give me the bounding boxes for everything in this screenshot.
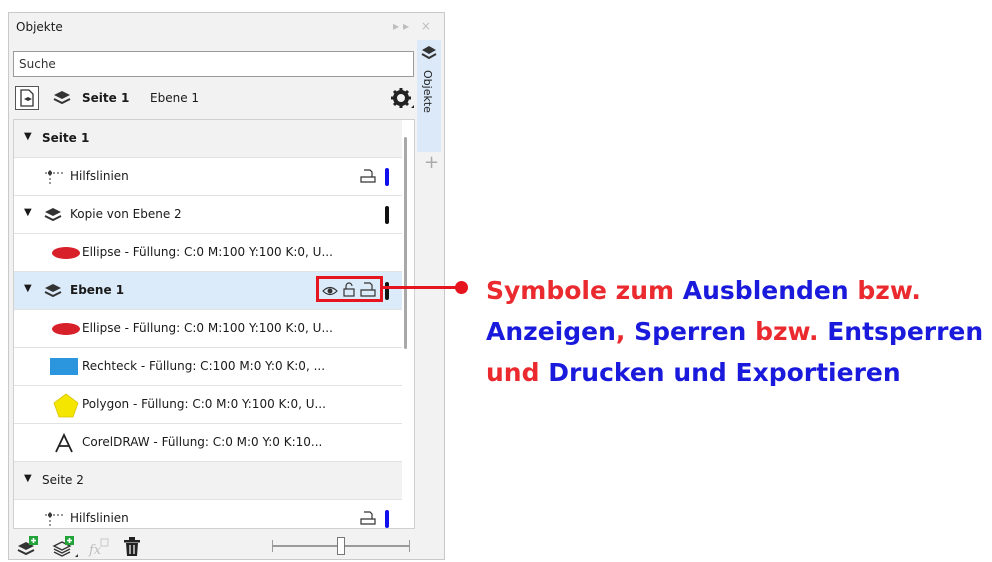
collapse-arrow[interactable]: ▼ [24,283,32,294]
tree-page-seite-2[interactable]: ▼ Seite 2 [14,462,402,500]
tree-object-text[interactable]: CorelDRAW - Füllung: C:0 M:0 Y:0 K:10... [14,424,402,462]
new-master-layer-icon[interactable] [52,536,78,558]
annotation-connector-line [382,286,462,289]
tree-label: Ellipse - Füllung: C:0 M:100 Y:100 K:0, … [82,321,333,335]
layers-icon [44,284,62,298]
scrollbar[interactable] [404,137,407,349]
tree-label: Ellipse - Füllung: C:0 M:100 Y:100 K:0, … [82,245,333,259]
add-docker-button[interactable]: + [424,152,439,173]
tree-object-polygon[interactable]: Polygon - Füllung: C:0 M:0 Y:100 K:0, U.… [14,386,402,424]
annotation-text-part: Ausblenden [682,276,849,305]
panel-controls[interactable]: ▸▸ × [393,19,435,33]
annotation-highlight-box [316,276,383,302]
tree-label: Seite 2 [42,473,84,487]
ellipse-icon [52,247,80,259]
tree-page-seite-1[interactable]: ▼ Seite 1 [14,120,402,158]
layers-icon [53,91,71,105]
tree-object-rectangle[interactable]: Rechteck - Füllung: C:100 M:0 Y:0 K:0, .… [14,348,402,386]
polygon-icon [53,393,79,418]
printer-icon[interactable] [360,169,376,184]
text-icon [55,433,73,453]
guides-icon [45,512,65,526]
annotation-text-part: Sperren [634,317,747,346]
trash-icon[interactable] [123,537,141,557]
layer-color-marker [385,282,389,300]
object-tree: ▼ Seite 1 Hilfslinien ▼ Kopie von Ebene … [13,119,415,529]
layers-icon [44,208,62,222]
tree-layer-kopie-von-ebene-2[interactable]: ▼ Kopie von Ebene 2 [14,196,402,234]
layer-color-marker [385,510,389,528]
annotation-text-part: Drucken und Exportieren [548,358,901,387]
ellipse-icon [52,323,80,335]
gear-icon[interactable] [389,86,415,112]
annotation-text-part: Symbole zum [486,276,683,305]
tree-label: Seite 1 [42,131,90,145]
page-settings-button[interactable] [15,86,39,110]
tree-label: Rechteck - Füllung: C:100 M:0 Y:0 K:0, .… [82,359,326,373]
annotation-text-part: , [615,317,635,346]
rectangle-icon [50,358,78,375]
collapse-arrow[interactable]: ▼ [24,207,32,218]
tree-label: Kopie von Ebene 2 [70,207,182,221]
annotation-text-part: bzw. [746,317,828,346]
panel-title: Objekte [16,20,63,34]
annotation-text-part: Entsperren [827,317,984,346]
tree-object-ellipse[interactable]: Ellipse - Füllung: C:0 M:100 Y:100 K:0, … [14,310,402,348]
search-input[interactable] [13,51,414,77]
new-layer-icon[interactable] [16,536,40,558]
slider-tick [409,540,410,552]
tree-label: Polygon - Füllung: C:0 M:0 Y:100 K:0, U.… [82,397,326,411]
svg-text:fx: fx [88,543,102,558]
tree-label: CorelDRAW - Füllung: C:0 M:0 Y:0 K:10... [82,435,323,449]
tab-objects-label: Objekte [421,70,434,113]
annotation-text-part: Anzeigen [486,317,616,346]
collapse-arrow[interactable]: ▼ [24,473,32,484]
annotation-text-part: bzw. [848,276,921,305]
tree-item-guides[interactable]: Hilfslinien [14,500,402,528]
slider-tick [272,540,273,552]
tree-label: Hilfslinien [70,511,129,525]
zoom-slider-thumb[interactable] [337,537,345,555]
tree-object-ellipse[interactable]: Ellipse - Füllung: C:0 M:100 Y:100 K:0, … [14,234,402,272]
tree-label: Ebene 1 [70,283,125,297]
new-symbol-icon[interactable]: fx [88,538,110,558]
layers-icon [421,46,437,60]
guides-icon [45,170,65,184]
annotation-text-part: und [486,358,549,387]
current-page-label[interactable]: Seite 1 [82,91,129,105]
tree-label: Hilfslinien [70,169,129,183]
layer-color-marker [385,206,389,224]
annotation-text: Symbole zum Ausblenden bzw. Anzeigen, Sp… [486,270,983,393]
collapse-arrow[interactable]: ▼ [24,131,32,142]
page-settings-icon [20,89,34,107]
layer-color-marker [385,168,389,186]
tree-item-guides[interactable]: Hilfslinien [14,158,402,196]
current-layer-label[interactable]: Ebene 1 [150,91,199,105]
printer-icon[interactable] [360,511,376,526]
annotation-connector-dot [455,281,468,294]
